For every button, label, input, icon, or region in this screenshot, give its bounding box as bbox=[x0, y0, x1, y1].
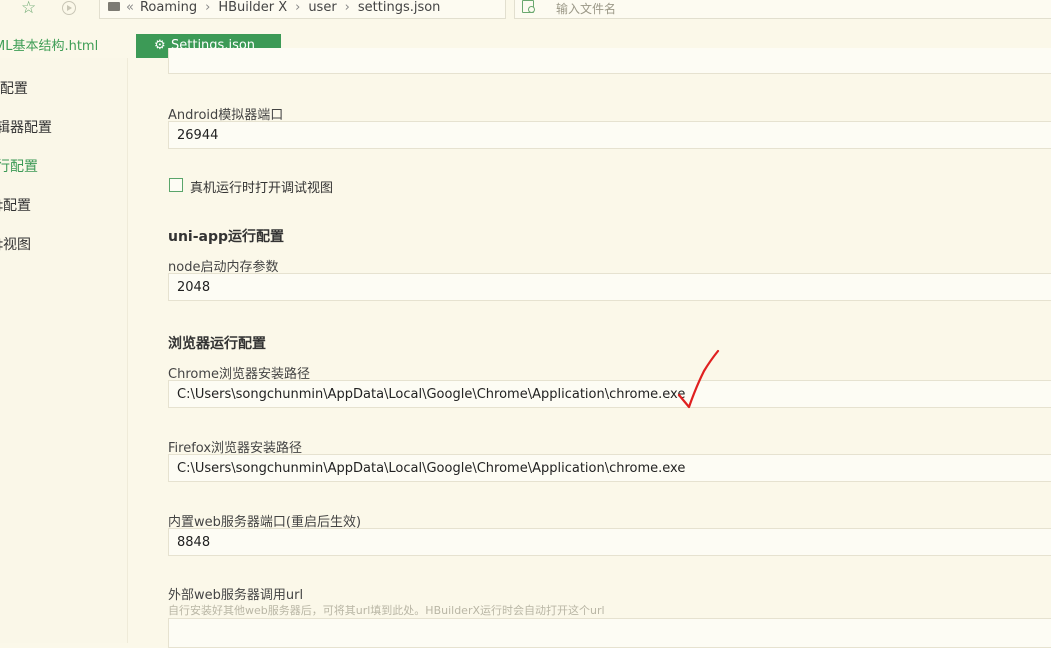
file-search-input[interactable]: 输入文件名 bbox=[514, 0, 1051, 19]
sidebar-item-plugin-config[interactable]: ‡配置 bbox=[0, 195, 31, 215]
file-search-icon bbox=[522, 0, 535, 13]
debug-view-label: 真机运行时打开调试视图 bbox=[190, 181, 334, 196]
browser-section-title: 浏览器运行配置 bbox=[168, 336, 266, 352]
web-port-value: 8848 bbox=[177, 535, 211, 550]
settings-sidebar: l配置 辑器配置 行配置 ‡配置 ‡视图 bbox=[0, 58, 128, 643]
breadcrumb-separator: › bbox=[295, 0, 301, 15]
android-port-input[interactable]: 26944 bbox=[168, 121, 1051, 149]
node-mem-value: 2048 bbox=[177, 280, 211, 295]
android-port-value: 26944 bbox=[177, 128, 219, 143]
firefox-path-input[interactable]: C:\Users\songchunmin\AppData\Local\Googl… bbox=[168, 454, 1051, 482]
chrome-path-input[interactable]: C:\Users\songchunmin\AppData\Local\Googl… bbox=[168, 380, 1051, 408]
breadcrumb-item[interactable]: settings.json bbox=[358, 0, 441, 15]
breadcrumb-item[interactable]: HBuilder X bbox=[218, 0, 287, 15]
file-search-placeholder: 输入文件名 bbox=[556, 2, 617, 16]
tab-html-file[interactable]: ML基本结构.html bbox=[0, 35, 98, 54]
chrome-path-value: C:\Users\songchunmin\AppData\Local\Googl… bbox=[177, 387, 686, 402]
sidebar-item-config[interactable]: l配置 bbox=[0, 78, 28, 98]
run-icon[interactable] bbox=[62, 1, 76, 15]
star-icon[interactable]: ☆ bbox=[21, 0, 36, 18]
breadcrumb-item[interactable]: user bbox=[308, 0, 336, 15]
breadcrumb-item[interactable]: Roaming bbox=[140, 0, 197, 15]
sidebar-item-editor-config[interactable]: 辑器配置 bbox=[0, 117, 52, 137]
breadcrumb-path: « Roaming › HBuilder X › user › settings.json bbox=[126, 0, 440, 15]
sidebar-item-run-config[interactable]: 行配置 bbox=[0, 156, 38, 176]
node-mem-input[interactable]: 2048 bbox=[168, 273, 1051, 301]
folder-icon bbox=[108, 2, 120, 11]
debug-view-checkbox[interactable] bbox=[169, 178, 183, 192]
gear-icon: ⚙ bbox=[154, 38, 166, 53]
external-url-input[interactable] bbox=[168, 618, 1051, 648]
external-url-hint: 自行安装好其他web服务器后，可将其url填到此处。HBuilderX运行时会自… bbox=[168, 604, 605, 617]
previous-field-input[interactable] bbox=[168, 48, 1051, 74]
sidebar-item-view[interactable]: ‡视图 bbox=[0, 234, 31, 254]
uniapp-section-title: uni-app运行配置 bbox=[168, 229, 285, 245]
external-url-label: 外部web服务器调用url bbox=[168, 588, 304, 603]
firefox-path-value: C:\Users\songchunmin\AppData\Local\Googl… bbox=[177, 461, 686, 476]
breadcrumb-separator: › bbox=[344, 0, 350, 15]
top-toolbar: ☆ « Roaming › HBuilder X › user › settings.json… bbox=[0, 0, 1051, 20]
checkmark-annotation-icon bbox=[677, 349, 720, 409]
breadcrumb[interactable]: « Roaming › HBuilder X › user › settings.json bbox=[99, 0, 506, 19]
breadcrumb-separator: › bbox=[205, 0, 211, 15]
breadcrumb-chevron-icon: « bbox=[126, 0, 134, 15]
web-port-input[interactable]: 8848 bbox=[168, 528, 1051, 556]
